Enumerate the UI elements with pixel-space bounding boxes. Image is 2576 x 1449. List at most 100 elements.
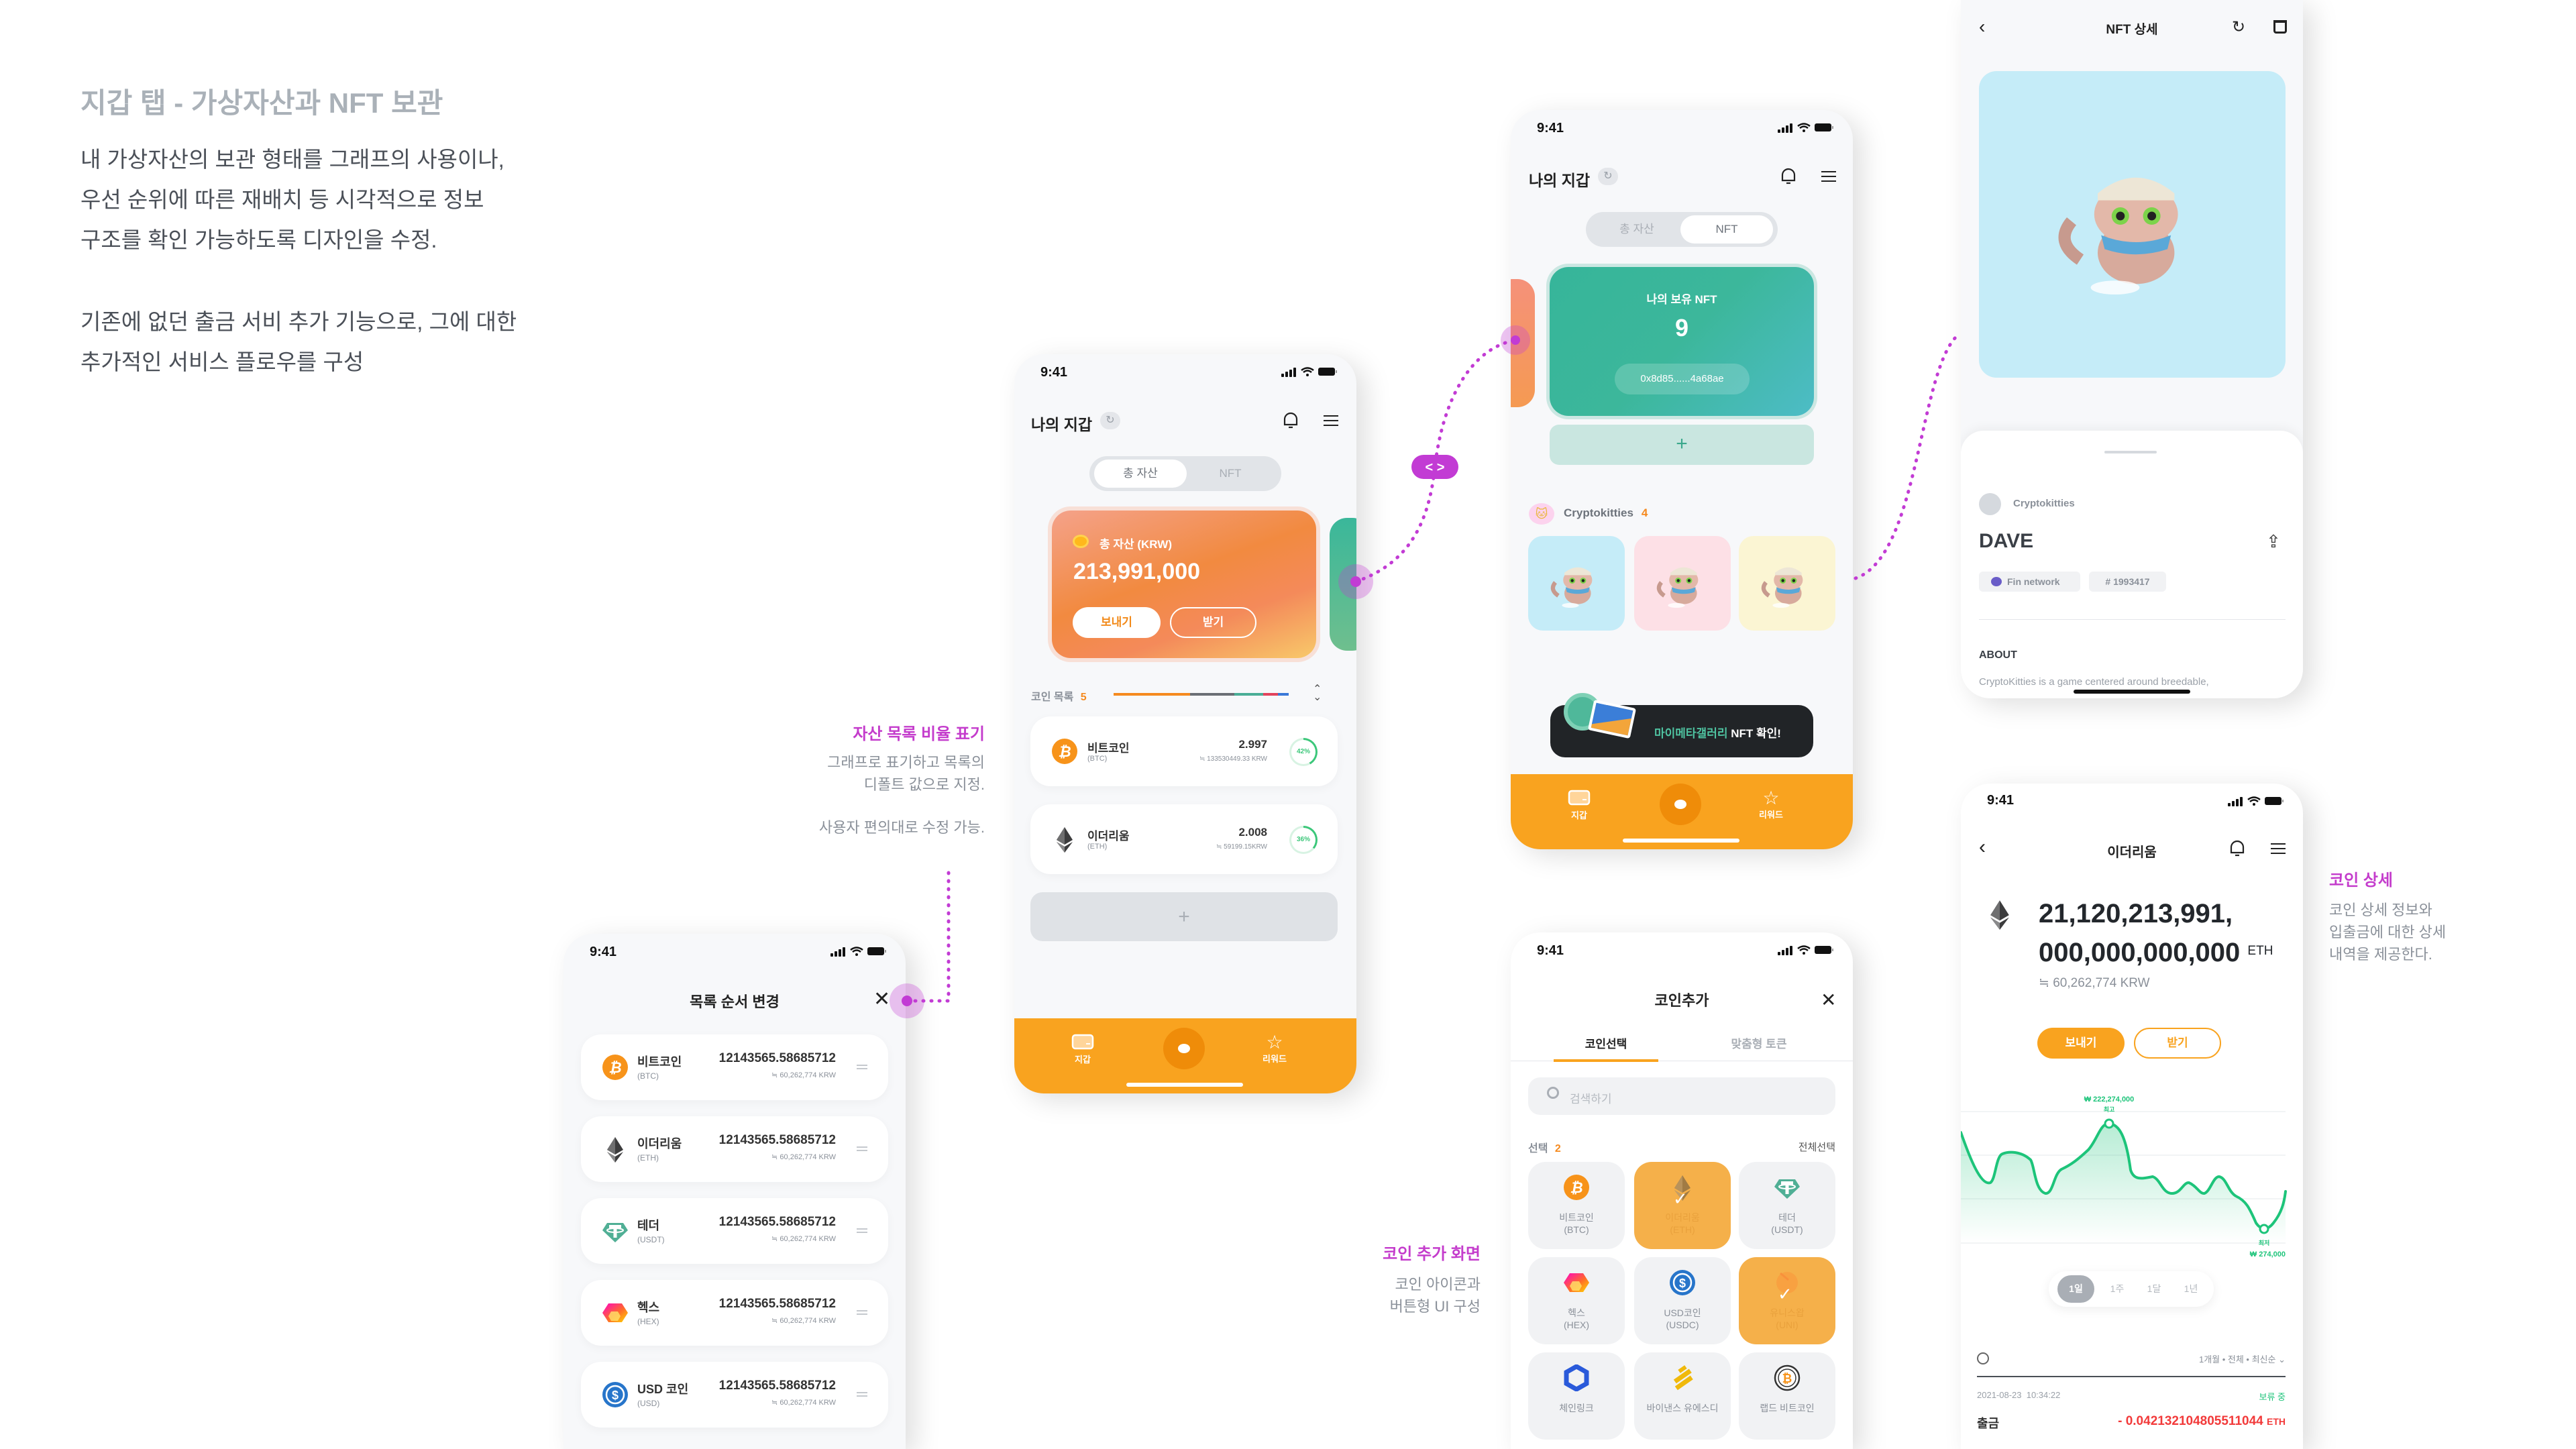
add-coin-button[interactable]: + xyxy=(1030,892,1338,941)
tx-unit: ETH xyxy=(2267,1416,2286,1427)
drag-handle-icon[interactable] xyxy=(857,1228,867,1233)
coin-tile[interactable]: ₿ 비트코인 (BTC) xyxy=(1528,1162,1625,1249)
tx-amount[interactable]: - 0.042132104805511044 ETH xyxy=(2118,1414,2286,1429)
connector-line xyxy=(905,870,951,1003)
refresh-icon[interactable]: ↻ xyxy=(1100,412,1120,429)
menu-icon[interactable] xyxy=(1821,170,1836,186)
nft-count-card: 나의 보유 NFT 9 0x8d85......4a68ae xyxy=(1550,267,1814,416)
reorder-row[interactable]: $ USD 코인 (USD) 12143565.58685712 ≒ 60,262,77… xyxy=(581,1362,888,1428)
collection-name[interactable]: Cryptokitties xyxy=(2013,498,2075,509)
coin-tile[interactable]: ₿ 랩드 비트코인 xyxy=(1739,1352,1835,1440)
coin-krw: ≒ 60,262,774 KRW xyxy=(771,1399,836,1407)
tab-wallet[interactable]: 지갑 xyxy=(1549,789,1609,821)
coin-tile[interactable]: ✓ 유니스왑 (UNI) xyxy=(1739,1257,1835,1344)
drag-handle-icon[interactable] xyxy=(857,1392,867,1397)
gallery-banner[interactable]: 마이메타갤러리 NFT 확인! xyxy=(1550,693,1813,757)
center-action-button[interactable] xyxy=(1660,784,1701,825)
coin-krw: ≒ 60,262,774 KRW xyxy=(771,1317,836,1325)
receive-button[interactable]: 받기 xyxy=(2134,1028,2221,1059)
nft-thumbnail[interactable] xyxy=(1634,536,1731,631)
nft-thumbnail[interactable] xyxy=(1528,536,1625,631)
eth-icon xyxy=(1984,899,2015,933)
filter-dropdown[interactable]: 1개월 • 전체 • 최신순 ⌄ xyxy=(2199,1352,2286,1365)
coin-tile-label: 헥스 (HEX) xyxy=(1528,1307,1625,1331)
period-1w[interactable]: 1주 xyxy=(2104,1275,2131,1303)
share-icon[interactable]: ⇪ xyxy=(2266,531,2281,552)
send-button[interactable]: 보내기 xyxy=(1073,607,1161,638)
reorder-row[interactable]: 헥스 (HEX) 12143565.58685712 ≒ 60,262,774 KRW xyxy=(581,1280,888,1346)
coin-name: 테더 xyxy=(637,1219,660,1232)
low-point[interactable] xyxy=(2259,1224,2269,1234)
prev-card-peek[interactable] xyxy=(1511,279,1535,407)
coin-tile[interactable]: 헥스 (HEX) xyxy=(1528,1257,1625,1344)
price-chart[interactable]: ₩ 222,274,000 최고 최저 ₩ 274,000 xyxy=(1961,1092,2303,1267)
coin-tile-label: 랩드 비트코인 xyxy=(1739,1402,1835,1414)
receive-button[interactable]: 받기 xyxy=(1170,607,1256,638)
divider xyxy=(1979,619,2286,620)
coin-tile[interactable]: ✓ 이더리움 (ETH) xyxy=(1634,1162,1731,1249)
bell-icon[interactable] xyxy=(1283,412,1299,433)
network-icon xyxy=(1991,577,2002,586)
sort-icon[interactable]: ⌃ ⌄ xyxy=(1313,684,1322,703)
tab-reward[interactable]: ☆ 리워드 xyxy=(1741,789,1801,820)
coin-tile[interactable]: $ USD코인 (USDC) xyxy=(1634,1257,1731,1344)
trash-icon[interactable] xyxy=(2273,20,2287,34)
tab-total-assets[interactable]: 총 자산 xyxy=(1094,460,1187,488)
tab-nft[interactable]: NFT xyxy=(1680,215,1773,244)
coin-ticker: (USD) xyxy=(637,1399,660,1408)
menu-icon[interactable] xyxy=(1324,415,1338,430)
tab-nft[interactable]: NFT xyxy=(1184,460,1277,488)
reorder-row[interactable]: 이더리움 (ETH) 12143565.58685712 ≒ 60,262,774 K… xyxy=(581,1116,888,1182)
drag-handle-icon[interactable] xyxy=(857,1310,867,1315)
nft-image[interactable] xyxy=(1979,71,2286,378)
drag-handle-icon[interactable] xyxy=(857,1146,867,1151)
search-icon[interactable] xyxy=(1977,1352,1989,1364)
wallet-address[interactable]: 0x8d85......4a68ae xyxy=(1615,364,1750,394)
collection-header[interactable]: Cryptokitties 4 xyxy=(1564,506,1648,520)
coin-ticker: (USDC) xyxy=(1666,1320,1699,1330)
reorder-row[interactable]: ₿ 비트코인 (BTC) 12143565.58685712 ≒ 60,262,774 … xyxy=(581,1034,888,1100)
coin-name: 이더리움 xyxy=(1665,1212,1700,1223)
coin-tile[interactable]: 체인링크 xyxy=(1528,1352,1625,1440)
detail-sheet: Cryptokitties DAVE ⇪ Fin network # 19934… xyxy=(1961,431,2303,698)
refresh-icon[interactable]: ↻ xyxy=(2232,17,2245,37)
menu-icon[interactable] xyxy=(2271,843,2286,858)
coin-row[interactable]: 이더리움 (ETH) 2.008 ≒ 59199.15KRW 36% xyxy=(1030,804,1338,874)
select-all-button[interactable]: 전체선택 xyxy=(1799,1140,1835,1154)
home-indicator xyxy=(2074,690,2190,694)
tab-wallet[interactable]: 지갑 xyxy=(1053,1033,1113,1065)
annotation-title-coin-add: 코인 추가 화면 xyxy=(1383,1245,1481,1263)
high-point[interactable] xyxy=(2104,1118,2114,1129)
sheet-handle[interactable] xyxy=(2104,451,2157,453)
reorder-row[interactable]: 테더 (USDT) 12143565.58685712 ≒ 60,262,774 KR… xyxy=(581,1198,888,1264)
list-label: 코인 목록 5 xyxy=(1031,688,1087,704)
period-1m[interactable]: 1달 xyxy=(2141,1275,2167,1303)
coin-tile[interactable]: 테더 (USDT) xyxy=(1739,1162,1835,1249)
period-1d[interactable]: 1일 xyxy=(2057,1275,2094,1303)
refresh-icon[interactable]: ↻ xyxy=(1598,168,1618,185)
bell-icon[interactable] xyxy=(2229,840,2245,861)
close-icon[interactable]: ✕ xyxy=(873,989,890,1010)
drag-handle-icon[interactable] xyxy=(857,1065,867,1069)
send-button[interactable]: 보내기 xyxy=(2037,1028,2125,1059)
nft-thumbnail[interactable] xyxy=(1739,536,1835,631)
next-card-peek[interactable] xyxy=(1330,518,1356,651)
period-1y[interactable]: 1년 xyxy=(2178,1275,2204,1303)
annotation-line: 버튼형 UI 구성 xyxy=(1389,1298,1481,1315)
add-nft-button[interactable]: + xyxy=(1550,425,1814,465)
tab-total-assets[interactable]: 총 자산 xyxy=(1591,215,1683,244)
high-value-label: ₩ 222,274,000 xyxy=(2084,1095,2135,1104)
coin-tile-label: USD코인 (USDC) xyxy=(1634,1307,1731,1331)
search-input[interactable]: 검색하기 xyxy=(1528,1077,1835,1115)
close-icon[interactable]: ✕ xyxy=(1821,989,1836,1011)
nft-detail-screen: ‹ NFT 상세 ↻ Cryptokitties DAVE ⇪ Fin netw… xyxy=(1961,0,2303,698)
center-action-button[interactable] xyxy=(1163,1028,1205,1069)
coin-row[interactable]: ₿ 비트코인 (BTC) 2.997 ≒ 133530449.33 KRW 42% xyxy=(1030,716,1338,786)
tab-custom-token[interactable]: 맞춤형 토큰 xyxy=(1712,1034,1806,1051)
tab-reward[interactable]: ☆ 리워드 xyxy=(1244,1033,1305,1065)
tab-coin-select[interactable]: 코인선택 xyxy=(1554,1034,1658,1051)
coin-tile[interactable]: 바이낸스 유에스디 xyxy=(1634,1352,1731,1440)
page-title: 코인추가 xyxy=(1654,992,1709,1009)
coin-name: 테더 xyxy=(1778,1212,1796,1223)
bell-icon[interactable] xyxy=(1780,168,1796,189)
